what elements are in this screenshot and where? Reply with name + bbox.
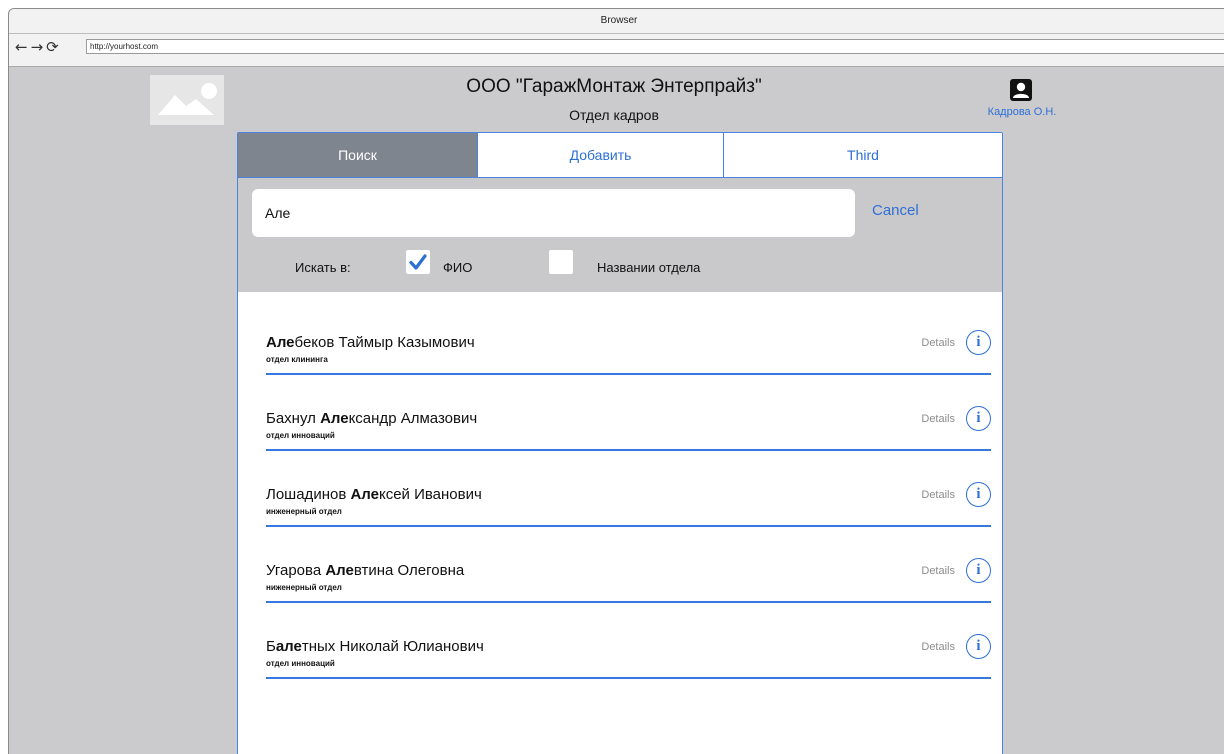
back-arrow-icon[interactable]: ← xyxy=(15,38,28,56)
department-name: Отдел кадров xyxy=(569,107,659,123)
row-divider xyxy=(266,449,991,451)
tab-third[interactable]: Third xyxy=(724,133,1002,177)
nav-controls: ← → ⟳ xyxy=(15,38,62,56)
search-match: Але xyxy=(350,486,379,503)
info-icon[interactable]: i xyxy=(966,558,991,583)
row-divider xyxy=(266,373,991,375)
info-icon[interactable]: i xyxy=(966,406,991,431)
employee-department: отдел клининга xyxy=(266,355,328,364)
info-icon[interactable]: i xyxy=(966,330,991,355)
details-link[interactable]: Details xyxy=(921,337,955,349)
main-panel: Поиск Добавить Third Cancel Искать в: ФИ… xyxy=(237,132,1003,754)
user-name-link[interactable]: Кадрова О.Н. xyxy=(974,106,1070,118)
employee-name: Лошадинов Алексей Иванович xyxy=(266,486,482,503)
department-checkbox-label: Названии отдела xyxy=(597,260,701,275)
employee-department: отдел инноваций xyxy=(266,431,335,440)
list-item[interactable]: Угарова Алевтина Олеговна ниженерный отд… xyxy=(266,546,991,622)
employee-name: Угарова Алевтина Олеговна xyxy=(266,562,465,579)
browser-title: Browser xyxy=(9,9,1224,34)
search-input[interactable] xyxy=(252,189,855,237)
details-link[interactable]: Details xyxy=(921,641,955,653)
details-link[interactable]: Details xyxy=(921,489,955,501)
tab-add[interactable]: Добавить xyxy=(478,133,724,177)
search-area: Cancel Искать в: ФИО Названии отдела xyxy=(238,178,1002,292)
list-item[interactable]: Бахнул Александр Алмазович отдел инновац… xyxy=(266,394,991,470)
forward-arrow-icon[interactable]: → xyxy=(31,38,44,56)
fio-checkbox-label: ФИО xyxy=(443,260,473,275)
row-divider xyxy=(266,677,991,679)
tab-search[interactable]: Поиск xyxy=(238,133,478,177)
search-match: Але xyxy=(320,410,349,427)
checkmark-icon xyxy=(409,254,427,270)
details-link[interactable]: Details xyxy=(921,565,955,577)
search-match: Але xyxy=(325,562,354,579)
details-link[interactable]: Details xyxy=(921,413,955,425)
employee-name: Бахнул Александр Алмазович xyxy=(266,410,478,427)
employee-department: инженерный отдел xyxy=(266,507,342,516)
fio-checkbox[interactable] xyxy=(406,250,430,274)
search-match: Але xyxy=(266,334,295,351)
list-item[interactable]: Лошадинов Алексей Иванович инженерный от… xyxy=(266,470,991,546)
info-icon[interactable]: i xyxy=(966,634,991,659)
search-in-label: Искать в: xyxy=(295,260,351,275)
browser-window: Browser ← → ⟳ http://yourhost.com ООО "Гар… xyxy=(8,8,1224,754)
reload-icon[interactable]: ⟳ xyxy=(46,38,59,56)
company-name: ООО "ГаражМонтаж Энтерпрайз" xyxy=(466,76,762,97)
info-icon[interactable]: i xyxy=(966,482,991,507)
list-item[interactable]: Балетных Николай Юлианович отдел инновац… xyxy=(266,622,991,698)
employee-name: Алебеков Таймыр Казымович xyxy=(266,334,475,351)
employee-department: ниженерный отдел xyxy=(266,583,342,592)
address-bar: ← → ⟳ http://yourhost.com xyxy=(9,34,1224,67)
user-icon[interactable] xyxy=(1010,79,1032,101)
row-divider xyxy=(266,525,991,527)
department-checkbox[interactable] xyxy=(549,250,573,274)
list-item[interactable]: Алебеков Таймыр Казымович отдел клининга… xyxy=(266,318,991,394)
tab-bar: Поиск Добавить Third xyxy=(238,133,1002,178)
url-input[interactable]: http://yourhost.com xyxy=(86,39,1224,54)
row-divider xyxy=(266,601,991,603)
employee-name: Балетных Николай Юлианович xyxy=(266,638,484,655)
cancel-button[interactable]: Cancel xyxy=(872,202,919,219)
search-match: але xyxy=(275,638,302,655)
results-list: Алебеков Таймыр Казымович отдел клининга… xyxy=(266,318,991,698)
image-placeholder-icon xyxy=(150,75,224,125)
employee-department: отдел инноваций xyxy=(266,659,335,668)
